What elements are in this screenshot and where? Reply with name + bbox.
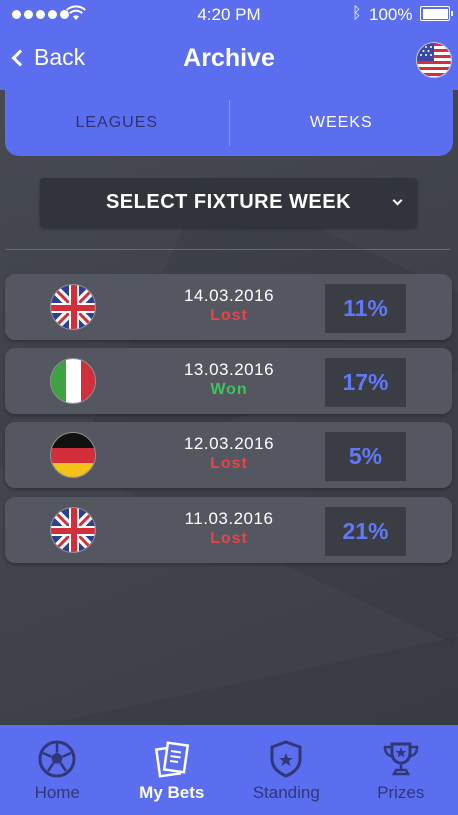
row-date: 14.03.2016 [183,286,275,305]
nav-standing-label: Standing [252,783,320,802]
row-date: 12.03.2016 [183,434,275,453]
fixture-week-select[interactable]: SELECT FIXTURE WEEK [40,178,417,227]
row-percent: 21% [325,507,406,556]
list-item[interactable]: 11.03.2016 Lost 21% [5,497,452,563]
uk-flag-icon [50,284,96,330]
nav-my-bets-label: My Bets [139,783,205,802]
row-date: 13.03.2016 [183,360,275,379]
header: 4:20 PM ᛒ 100% Back Archive [0,0,458,90]
status-bar: 4:20 PM ᛒ 100% [0,0,458,30]
soccer-ball-icon [38,740,76,778]
nav-prizes-label: Prizes [377,783,425,802]
list-item[interactable]: 12.03.2016 Lost 5% [5,422,452,488]
nav-prizes[interactable]: Prizes [344,725,458,815]
nav-home[interactable]: Home [0,725,115,815]
row-date: 11.03.2016 [184,509,274,528]
uk-flag-icon [50,507,96,553]
chevron-down-icon [392,195,403,206]
nav-my-bets[interactable]: My Bets [115,725,230,815]
divider [6,249,450,250]
fixture-week-select-label: SELECT FIXTURE WEEK [105,191,352,213]
tab-bar: LEAGUES WEEKS [5,90,453,156]
tab-leagues[interactable]: LEAGUES [5,90,229,156]
page-title: Archive [183,44,275,72]
row-percent: 11% [325,284,406,333]
italy-flag-icon [50,358,96,404]
us-flag-icon[interactable] [416,42,452,78]
tab-weeks[interactable]: WEEKS [230,90,454,156]
nav-standing[interactable]: Standing [229,725,344,815]
tickets-icon [154,741,189,778]
shield-star-icon [270,740,302,778]
list-item[interactable]: 13.03.2016 Won 17% [5,348,452,414]
row-result: Lost [210,455,248,472]
trophy-icon [383,742,419,776]
battery-percent: 100% [369,5,413,24]
battery-icon [420,6,453,21]
row-percent: 17% [325,358,406,407]
row-result: Lost [210,530,248,547]
bottom-nav: Home My Bets Standing Prizes [0,725,458,815]
row-result: Lost [210,307,248,324]
row-percent: 5% [325,432,406,481]
germany-flag-icon [50,432,96,478]
bluetooth-icon: ᛒ [352,5,362,22]
row-result: Won [210,381,248,398]
list-item[interactable]: 14.03.2016 Lost 11% [5,274,452,340]
nav-home-label: Home [34,783,80,802]
